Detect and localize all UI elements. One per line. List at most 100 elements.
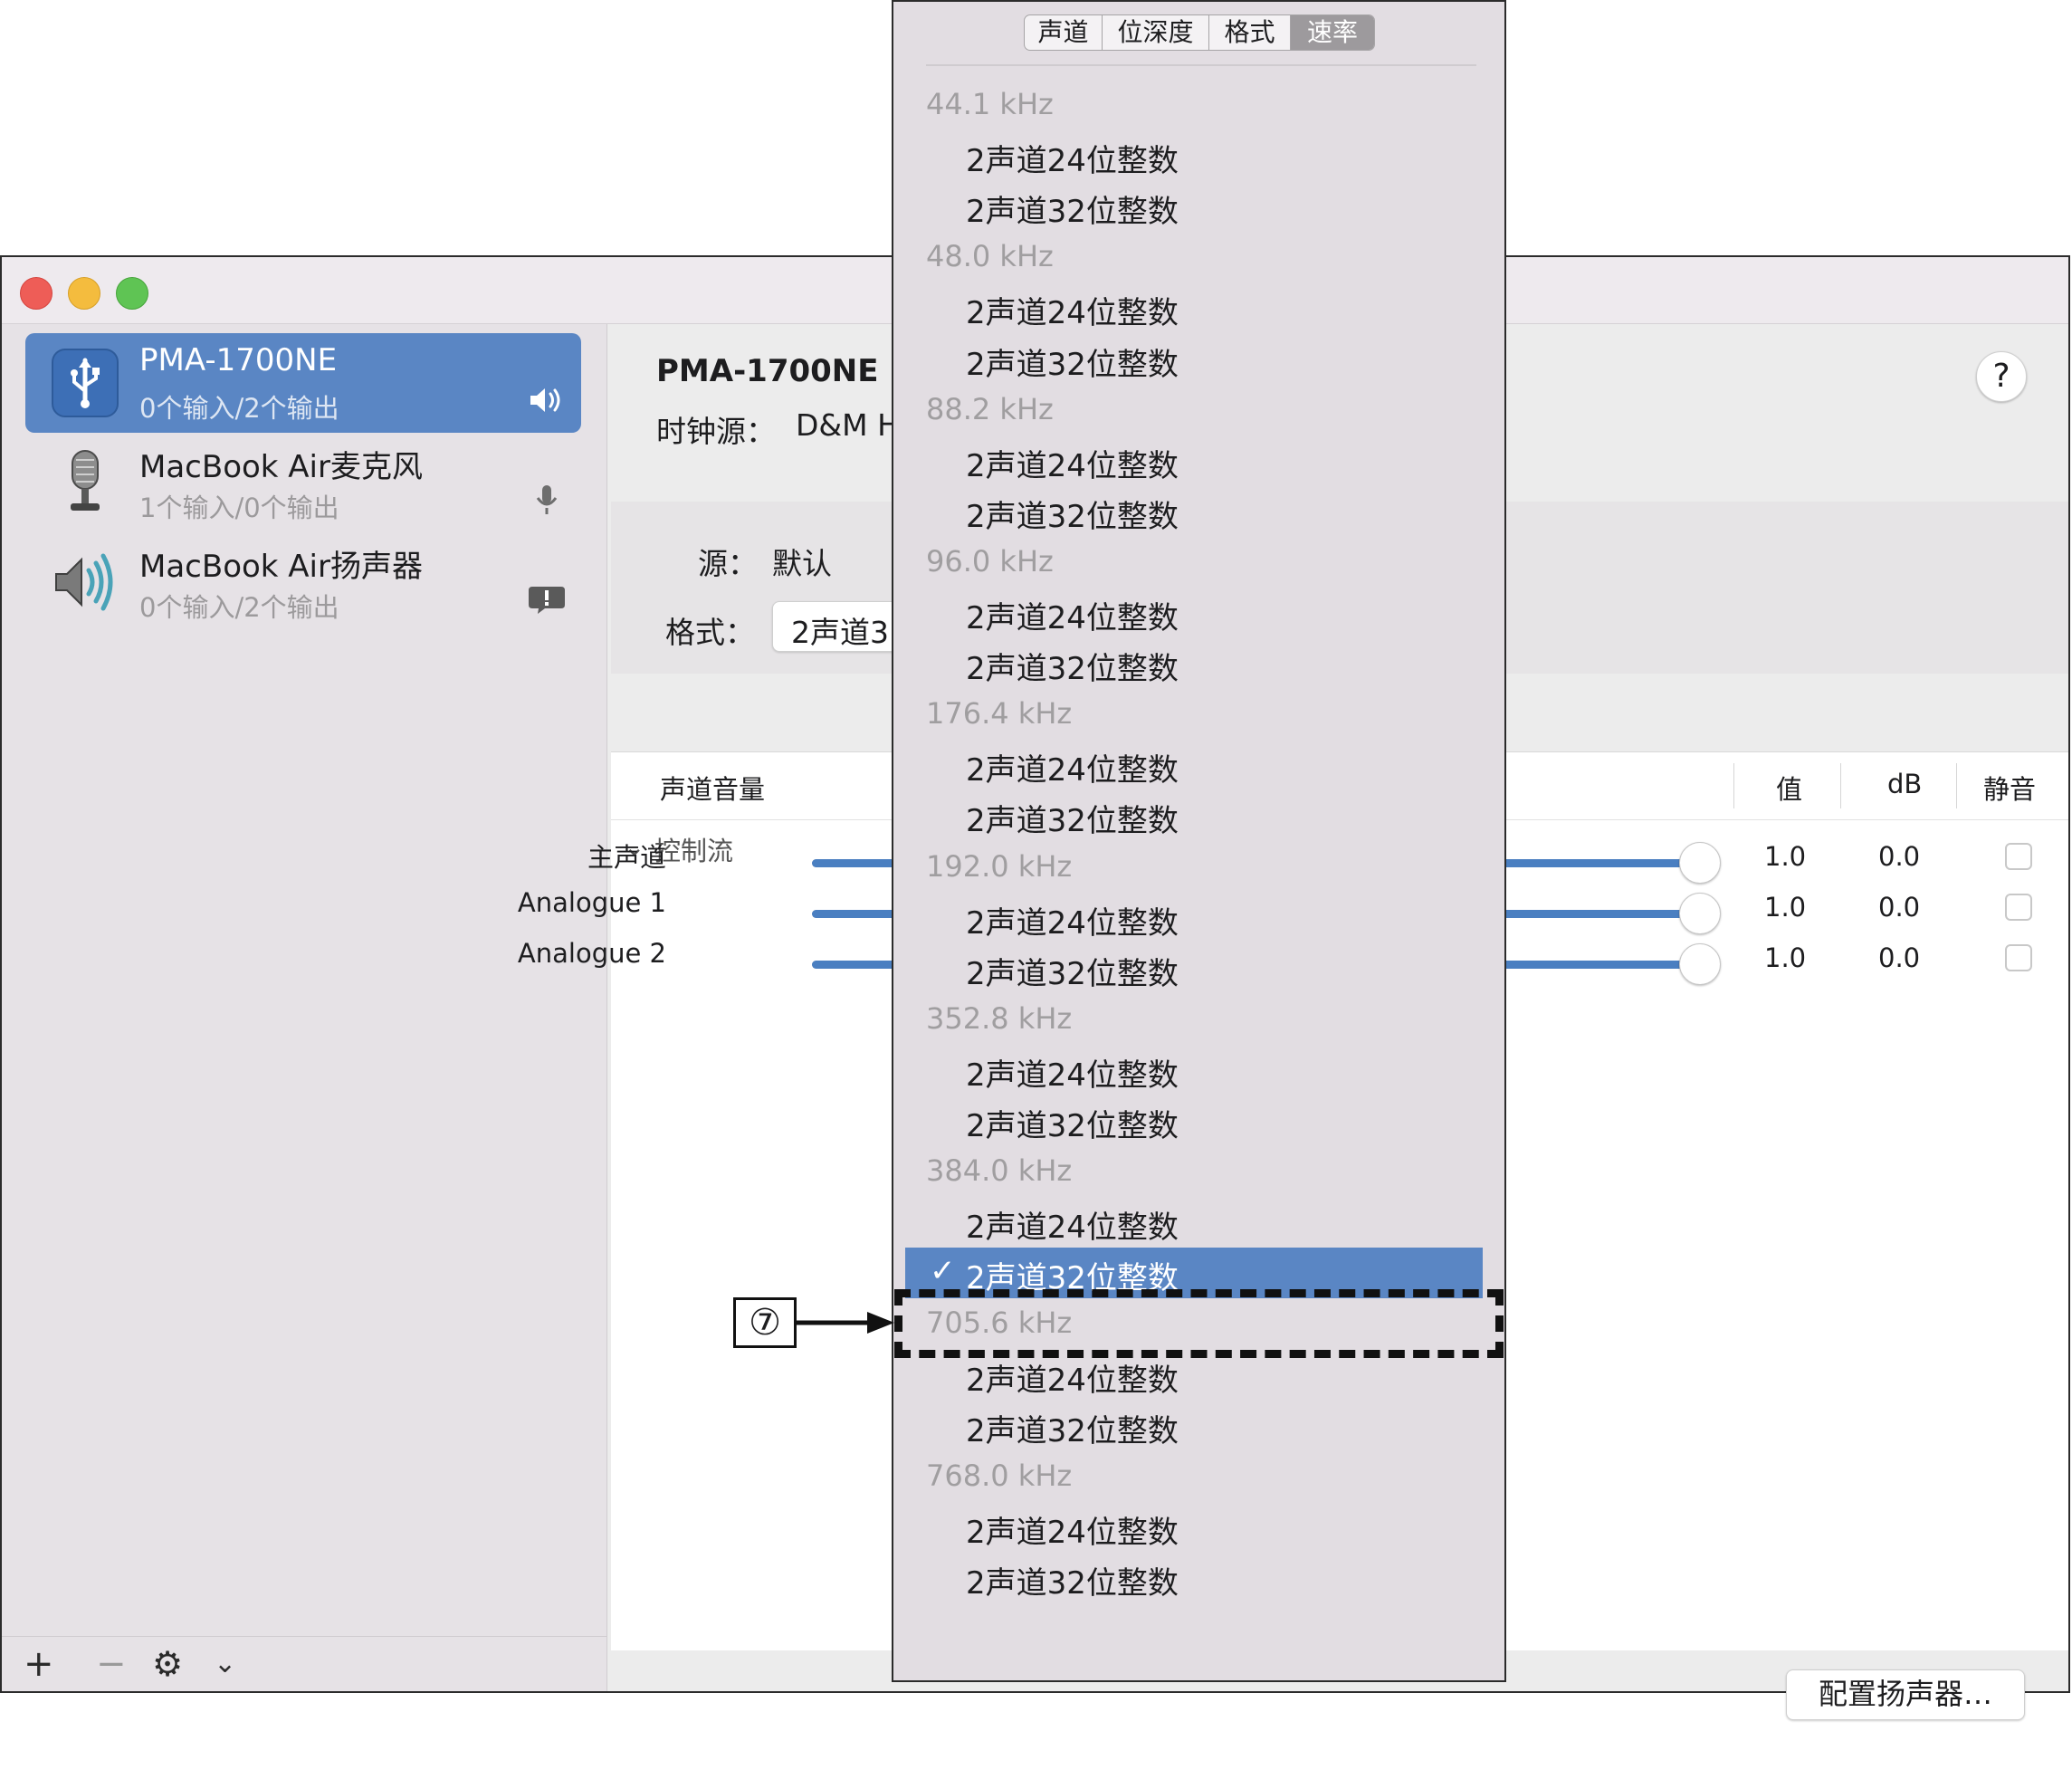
- value-column-header: 值: [1776, 774, 1803, 805]
- format-select-value: 2声道3: [791, 615, 889, 650]
- rate-group-header: 384.0 kHz: [893, 1146, 1504, 1197]
- checkmark-icon: ✓: [930, 1253, 956, 1290]
- device-sidebar: PMA-1700NE 0个输入/2个输出 MacBook Air麦克风 1个输入…: [2, 324, 607, 1691]
- microphone-device-icon: [71, 450, 100, 511]
- menu-item-label: 2声道24位整数: [966, 1362, 1179, 1399]
- minimize-button[interactable]: [68, 277, 100, 310]
- rate-group-header: 44.1 kHz: [893, 80, 1504, 130]
- menu-item[interactable]: 2声道24位整数: [893, 588, 1504, 638]
- callout-arrow: [795, 1312, 894, 1334]
- rate-group-header: 192.0 kHz: [893, 842, 1504, 893]
- menu-item[interactable]: 2声道24位整数: [893, 1045, 1504, 1095]
- menu-item[interactable]: 2声道32位整数: [893, 181, 1504, 232]
- slider-knob[interactable]: [1679, 842, 1721, 884]
- menu-item[interactable]: 2声道32位整数: [893, 334, 1504, 385]
- menu-item-label: 2声道32位整数: [966, 1412, 1179, 1449]
- menu-item-label: 2声道24位整数: [966, 904, 1179, 942]
- menu-item[interactable]: 2声道24位整数: [893, 740, 1504, 790]
- device-name: MacBook Air麦克风: [139, 449, 423, 485]
- channel-value: 1.0: [1764, 942, 1807, 973]
- stream-group-label[interactable]: 控制流: [654, 830, 733, 868]
- source-label: 源：: [698, 546, 758, 581]
- rate-group-label: 96.0 kHz: [926, 543, 1054, 579]
- menu-separator: [926, 64, 1476, 66]
- microphone-icon: [536, 485, 558, 514]
- device-item-pma-1700ne[interactable]: PMA-1700NE 0个输入/2个输出: [25, 333, 581, 433]
- tab-bit-depth[interactable]: 位深度: [1103, 15, 1209, 50]
- clock-source-select[interactable]: D&M H: [796, 407, 900, 443]
- column-divider: [1733, 763, 1734, 808]
- menu-item[interactable]: 2声道24位整数: [893, 130, 1504, 181]
- rate-group-header: 176.4 kHz: [893, 689, 1504, 740]
- channel-value: 1.0: [1764, 892, 1807, 923]
- menu-item-label: 2声道24位整数: [966, 447, 1179, 484]
- rate-group-label: 176.4 kHz: [926, 696, 1073, 732]
- mute-column-header: 静音: [1983, 774, 2037, 805]
- menu-item[interactable]: 2声道32位整数: [893, 1095, 1504, 1146]
- mute-checkbox[interactable]: [2005, 894, 2032, 921]
- slider-knob[interactable]: [1679, 893, 1721, 934]
- menu-item[interactable]: 2声道24位整数: [893, 1502, 1504, 1553]
- source-select[interactable]: 默认: [772, 540, 832, 583]
- menu-item[interactable]: 2声道24位整数: [893, 435, 1504, 486]
- menu-item-label: 2声道32位整数: [966, 651, 1179, 688]
- format-label: 格式：: [665, 615, 755, 650]
- close-button[interactable]: [20, 277, 53, 310]
- device-io-summary: 0个输入/2个输出: [139, 592, 339, 623]
- gear-icon[interactable]: ⚙: [152, 1642, 183, 1686]
- rate-group-label: 88.2 kHz: [926, 391, 1054, 426]
- clock-source-label: 时钟源：: [656, 414, 776, 449]
- device-io-summary: 1个输入/0个输出: [139, 493, 339, 523]
- step-callout-label: ⑦: [733, 1297, 797, 1348]
- device-name: PMA-1700NE: [139, 342, 338, 378]
- remove-device-button[interactable]: −: [96, 1642, 127, 1686]
- rate-group-header: 768.0 kHz: [893, 1451, 1504, 1502]
- configure-speakers-button[interactable]: 配置扬声器…: [1786, 1669, 2025, 1720]
- rate-group-label: 44.1 kHz: [926, 87, 1054, 121]
- menu-item[interactable]: 2声道32位整数: [893, 638, 1504, 689]
- rate-group-header: 48.0 kHz: [893, 232, 1504, 282]
- menu-item[interactable]: 2声道32位整数: [893, 486, 1504, 537]
- menu-item-label: 2声道32位整数: [966, 346, 1179, 383]
- menu-item[interactable]: 2声道24位整数: [893, 282, 1504, 333]
- channel-label: Analogue 2: [517, 938, 666, 969]
- menu-item-label: 2声道32位整数: [966, 1108, 1179, 1144]
- format-popup-menu: 声道 位深度 格式 速率 44.1 kHz 2声道24位整数 2声道32位整数 48.…: [892, 0, 1506, 1682]
- rate-group-label: 768.0 kHz: [926, 1458, 1073, 1493]
- help-button[interactable]: ?: [1976, 351, 2027, 402]
- channel-db: 0.0: [1878, 892, 1921, 923]
- menu-item[interactable]: 2声道24位整数: [893, 1197, 1504, 1248]
- alert-bubble-icon: [529, 587, 565, 614]
- channel-db: 0.0: [1878, 841, 1921, 872]
- tab-rate[interactable]: 速率: [1291, 15, 1374, 50]
- zoom-button[interactable]: [116, 277, 148, 310]
- slider-knob[interactable]: [1679, 943, 1721, 985]
- menu-item[interactable]: 2声道24位整数: [893, 893, 1504, 943]
- menu-item-label: 2声道32位整数: [966, 498, 1179, 535]
- add-device-button[interactable]: +: [24, 1642, 54, 1686]
- menu-item-label: 2声道24位整数: [966, 1057, 1179, 1094]
- sort-segmented-control: 声道 位深度 格式 速率: [1024, 14, 1375, 51]
- sidebar-toolbar: + − ⚙ ⌄: [2, 1636, 606, 1691]
- mute-checkbox[interactable]: [2005, 944, 2032, 971]
- speaker-device-icon: [55, 553, 113, 611]
- menu-item[interactable]: 2声道32位整数: [893, 1401, 1504, 1451]
- menu-item-label: 2声道32位整数: [966, 194, 1179, 231]
- channel-label: 主声道: [587, 842, 666, 873]
- rate-group-header: 352.8 kHz: [893, 994, 1504, 1045]
- usb-icon: [52, 349, 119, 417]
- menu-item[interactable]: 2声道32位整数: [893, 1553, 1504, 1603]
- menu-item-label: 2声道32位整数: [966, 955, 1179, 992]
- tab-format[interactable]: 格式: [1209, 15, 1291, 50]
- channel-label: Analogue 1: [517, 887, 666, 918]
- tab-channels[interactable]: 声道: [1025, 15, 1103, 50]
- device-item-macbook-air-microphone[interactable]: MacBook Air麦克风 1个输入/0个输出: [25, 433, 581, 532]
- db-column-header: dB: [1887, 769, 1923, 799]
- rate-group-label: 384.0 kHz: [926, 1153, 1073, 1189]
- highlight-annotation-box: [894, 1289, 1504, 1358]
- menu-item[interactable]: 2声道32位整数: [893, 943, 1504, 994]
- mute-checkbox[interactable]: [2005, 843, 2032, 870]
- device-item-macbook-air-speakers[interactable]: MacBook Air扬声器 0个输入/2个输出: [25, 532, 581, 632]
- chevron-down-icon[interactable]: ⌄: [214, 1642, 236, 1686]
- menu-item[interactable]: 2声道32位整数: [893, 790, 1504, 841]
